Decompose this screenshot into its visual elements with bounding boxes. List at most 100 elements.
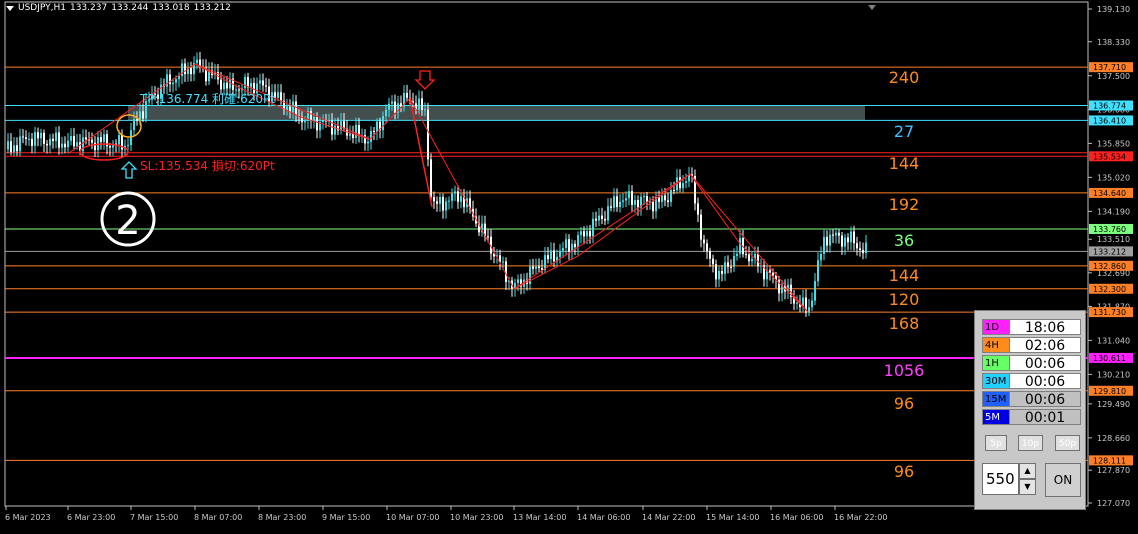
x-tick-label: 14 Mar 06:00 [577, 513, 630, 522]
y-tick-label: 139.130 [1097, 5, 1130, 14]
candle-body [445, 201, 447, 211]
y-tick-label: 128.660 [1097, 434, 1130, 443]
candle-body [175, 79, 177, 83]
timer-row: 15M 00:06 [982, 391, 1081, 408]
candle-body [373, 130, 375, 132]
chart-canvas[interactable]: 139.130138.330137.500136.680135.850135.0… [0, 0, 1138, 530]
candle-body [850, 231, 852, 243]
candle-body [40, 132, 42, 139]
candle-body [589, 230, 591, 237]
candle-body [49, 138, 51, 146]
candle-body [172, 82, 174, 85]
candle-body [28, 138, 30, 140]
x-tick-label: 16 Mar 22:00 [834, 513, 887, 522]
candle-body [595, 218, 597, 221]
candle-body [598, 215, 600, 221]
candle-body [853, 231, 855, 244]
dropdown-triangle-icon[interactable] [6, 5, 14, 11]
candle-body [73, 136, 75, 147]
candle-body [424, 109, 426, 111]
candle-body [46, 143, 48, 146]
pip-button-5[interactable]: 5p [985, 435, 1007, 451]
tp-annotation: TP:136.774 利確:620Pt [139, 91, 275, 106]
candle-body [631, 191, 633, 205]
price-tag-label: 133.760 [1093, 225, 1126, 234]
candle-body [310, 111, 312, 121]
pips-distance-label: 120 [889, 290, 920, 309]
pips-distance-label: 96 [894, 462, 914, 481]
pips-input[interactable]: 550 [982, 463, 1019, 495]
candle-body [685, 181, 687, 184]
close-value: 133.212 [193, 3, 231, 13]
candle-body [226, 82, 228, 89]
price-chart[interactable]: 139.130138.330137.500136.680135.850135.0… [0, 0, 1138, 530]
pips-distance-label: 168 [889, 314, 920, 333]
candle-body [103, 134, 105, 142]
sl-annotation: SL:135.534 損切:620Pt [140, 158, 275, 173]
candle-body [67, 140, 69, 148]
x-tick-label: 14 Mar 22:00 [642, 513, 695, 522]
candle-body [13, 145, 15, 153]
candle-body [220, 79, 222, 90]
candle-body [703, 239, 705, 244]
candle-body [634, 200, 636, 205]
y-tick-label: 134.190 [1097, 207, 1130, 216]
candle-body [313, 117, 315, 121]
candle-body [487, 236, 489, 238]
candle-body [433, 197, 435, 202]
candle-body [847, 237, 849, 243]
candle-body [553, 250, 555, 262]
price-tag-label: 135.534 [1093, 152, 1126, 161]
candle-body [601, 215, 603, 219]
candle-body [844, 237, 846, 247]
candle-body [811, 300, 813, 308]
candle-body [22, 136, 24, 138]
pips-distance-label: 36 [894, 231, 914, 250]
on-button[interactable]: ON [1045, 463, 1081, 497]
timer-row: 1D 18:06 [982, 319, 1081, 336]
pips-distance-label: 1056 [884, 361, 925, 380]
candle-body [826, 236, 828, 246]
pip-button-10[interactable]: 10p [1018, 435, 1043, 451]
pip-button-50[interactable]: 50p [1055, 435, 1080, 451]
price-tag-label: 136.410 [1093, 116, 1126, 125]
candle-body [460, 196, 462, 202]
candle-body [439, 197, 441, 204]
candle-body [178, 76, 180, 80]
chart-shift-icon[interactable] [868, 5, 876, 10]
timer-row: 1H 00:06 [982, 355, 1081, 372]
candle-body [61, 143, 63, 148]
spin-up-icon[interactable]: ▲ [1019, 463, 1036, 479]
candle-body [865, 242, 867, 254]
candle-body [583, 231, 585, 237]
candle-body [667, 200, 669, 202]
candle-body [733, 255, 735, 267]
price-tag-label: 137.710 [1093, 63, 1126, 72]
step-marker: 2 [115, 198, 140, 244]
candle-body [166, 74, 168, 87]
candle-body [835, 232, 837, 236]
candle-body [721, 271, 723, 274]
candle-body [280, 92, 282, 101]
candle-body [142, 111, 144, 119]
candle-body [262, 80, 264, 86]
candle-body [421, 98, 423, 110]
timer-value: 00:06 [1010, 391, 1081, 408]
y-tick-label: 127.070 [1097, 499, 1130, 508]
candle-body [259, 80, 261, 84]
candle-body [277, 92, 279, 98]
spin-down-icon[interactable]: ▼ [1019, 479, 1036, 495]
candle-body [322, 120, 324, 123]
y-tick-label: 127.870 [1097, 466, 1130, 475]
timer-label: 30M [982, 373, 1010, 389]
candle-body [448, 200, 450, 202]
candle-body [109, 146, 111, 148]
price-tag-label: 129.810 [1093, 387, 1126, 396]
x-tick-label: 10 Mar 07:00 [386, 513, 439, 522]
candle-body [607, 206, 609, 221]
candle-body [715, 264, 717, 280]
candle-body [613, 196, 615, 208]
candle-body [430, 159, 432, 198]
candle-body [577, 235, 579, 247]
candle-body [70, 136, 72, 141]
